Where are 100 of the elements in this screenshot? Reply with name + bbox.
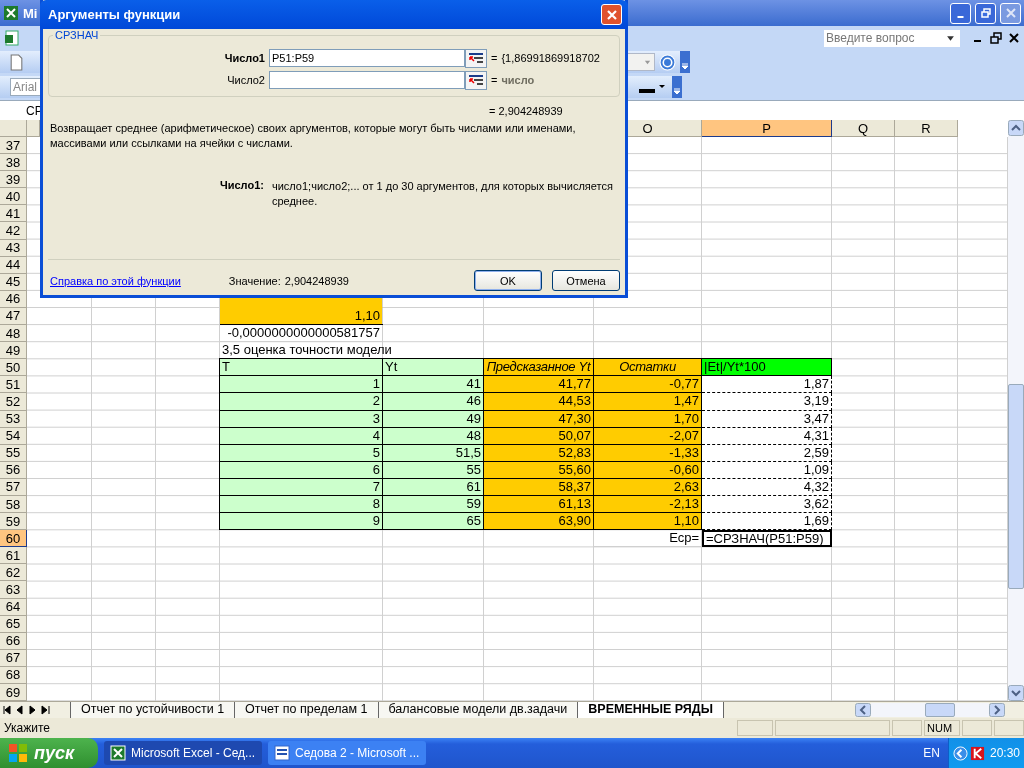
row-header[interactable]: 69	[0, 684, 27, 701]
workbook-icon[interactable]	[4, 30, 20, 46]
row-header[interactable]: 49	[0, 342, 27, 360]
row-header[interactable]: 38	[0, 154, 27, 172]
row-header[interactable]: 52	[0, 393, 27, 411]
argument-help-label: Число1:	[220, 179, 264, 193]
sheet-tab[interactable]: Отчет по устойчивости 1	[70, 702, 236, 718]
row-header[interactable]: 41	[0, 205, 27, 223]
row-header[interactable]: 42	[0, 222, 27, 240]
row-header[interactable]: 51	[0, 376, 27, 394]
language-indicator[interactable]: EN	[923, 746, 940, 760]
help-search-field[interactable]: Введите вопрос	[824, 29, 960, 47]
equals-sign: =	[491, 52, 498, 64]
close-icon	[605, 8, 618, 21]
function-description: Возвращает среднее (арифметическое) своих аргументов, которые могут быть числами или именами, массивами или ссылками на ячейки с числами.	[50, 121, 577, 151]
function-name: СРЗНАЧ	[53, 29, 101, 41]
table-cell: 4,31	[702, 427, 832, 445]
table-cell: =СРЗНАЧ(P51:P59)	[702, 530, 832, 548]
row-header[interactable]: 39	[0, 171, 27, 189]
table-cell: 1,87	[702, 376, 832, 394]
argument-help-text: число1;число2;... от 1 до 30 аргументов, для которых вычисляется среднее.	[271, 179, 614, 209]
scroll-up-icon[interactable]	[1008, 120, 1024, 136]
row-header[interactable]: 37	[0, 137, 27, 155]
scroll-right-icon[interactable]	[989, 703, 1005, 717]
horizontal-scrollbar[interactable]	[855, 703, 1005, 717]
range-select-icon	[468, 74, 484, 86]
dialog-title: Аргументы функции	[48, 7, 182, 22]
argument-value: {1,86991869918702	[501, 52, 600, 64]
row-header[interactable]: 62	[0, 564, 27, 582]
row-header[interactable]: 63	[0, 581, 27, 599]
row-header[interactable]: 48	[0, 325, 27, 343]
minimize-icon	[957, 16, 964, 18]
table-cell: 3,62	[702, 495, 832, 514]
taskbar-button[interactable]: Microsoft Excel - Сед...	[104, 741, 262, 765]
table-cell: -0,0000000000000581757	[220, 325, 383, 343]
status-panel	[737, 720, 773, 736]
new-document-icon[interactable]	[8, 53, 25, 71]
scroll-down-icon[interactable]	[1008, 685, 1024, 701]
toolbar-options-icon[interactable]	[672, 76, 682, 98]
scroll-thumb[interactable]	[925, 703, 955, 717]
row-header[interactable]: 59	[0, 513, 27, 531]
column-header[interactable]: Q	[832, 120, 895, 137]
show-hidden-icons-icon[interactable]	[952, 745, 968, 761]
close-icon[interactable]	[1008, 32, 1020, 44]
table-cell: -0,77	[594, 376, 702, 394]
document-app-icon	[274, 745, 290, 761]
row-header[interactable]: 61	[0, 547, 27, 565]
argument-field[interactable]	[269, 71, 465, 89]
table-cell: T	[220, 359, 383, 377]
argument-value: число	[501, 74, 535, 86]
row-header[interactable]: 40	[0, 188, 27, 206]
table-cell: 1,69	[702, 513, 832, 531]
column-header[interactable]: R	[895, 120, 958, 137]
toolbar-options-icon[interactable]	[680, 51, 690, 73]
table-cell: Yt	[383, 359, 484, 377]
table-cell: 46	[383, 393, 484, 411]
table-cell: 9	[220, 513, 383, 531]
dropdown-arrow-icon[interactable]	[946, 33, 955, 43]
status-indicator: NUM	[924, 720, 960, 736]
table-cell: |Et|/Yt*100	[702, 359, 832, 377]
formula-result: = 2,904248939	[489, 105, 564, 117]
column-header[interactable]: P	[702, 120, 832, 137]
table-cell: 3,19	[702, 393, 832, 411]
spreadsheet-app-icon	[110, 745, 126, 761]
status-panel	[994, 720, 1024, 736]
table-cell: 2,59	[702, 444, 832, 462]
status-panel	[892, 720, 922, 736]
table-cell: 41,77	[484, 376, 594, 394]
table-cell: 1	[220, 376, 383, 394]
help-link[interactable]: Справка по этой функции	[50, 274, 181, 287]
sheet-tab[interactable]: ВРЕМЕННЫЕ РЯДЫ	[577, 702, 724, 718]
close-button[interactable]	[1000, 2, 1021, 24]
argument-field[interactable]: P51:P59	[269, 49, 465, 67]
sheet-tab[interactable]: Отчет по пределам 1	[234, 702, 379, 718]
vertical-scrollbar[interactable]	[1008, 120, 1024, 701]
clock: 20:30	[989, 746, 1020, 760]
dialog-button[interactable]: Отмена	[552, 270, 620, 291]
restore-button[interactable]	[975, 2, 996, 24]
windows-flag-icon	[8, 743, 28, 763]
row-header[interactable]: 50	[0, 359, 27, 377]
taskbar-button[interactable]: Седова 2 - Microsoft ...	[268, 741, 426, 765]
scroll-thumb[interactable]	[1008, 384, 1024, 589]
scroll-left-icon[interactable]	[855, 703, 871, 717]
equals-sign: =	[491, 74, 498, 86]
tray-app-icon[interactable]	[969, 745, 985, 761]
status-panel	[962, 720, 992, 736]
collapse-dialog-button[interactable]	[465, 70, 487, 90]
collapse-dialog-button[interactable]	[465, 48, 487, 68]
argument-label: Число2	[226, 74, 266, 86]
table-cell: 4,32	[702, 478, 832, 496]
row-header[interactable]: 60	[0, 530, 27, 548]
sheet-tab[interactable]: балансовые модели дв.задачи	[377, 702, 579, 718]
restore-icon[interactable]	[990, 32, 1002, 44]
table-cell: 63,90	[484, 513, 594, 531]
help-icon[interactable]	[659, 53, 676, 71]
minimize-button[interactable]	[950, 2, 971, 24]
close-button[interactable]	[601, 4, 622, 25]
dialog-button[interactable]: OK	[474, 270, 542, 291]
table-cell: 1,09	[702, 461, 832, 479]
table-cell: Остатки	[594, 359, 702, 377]
